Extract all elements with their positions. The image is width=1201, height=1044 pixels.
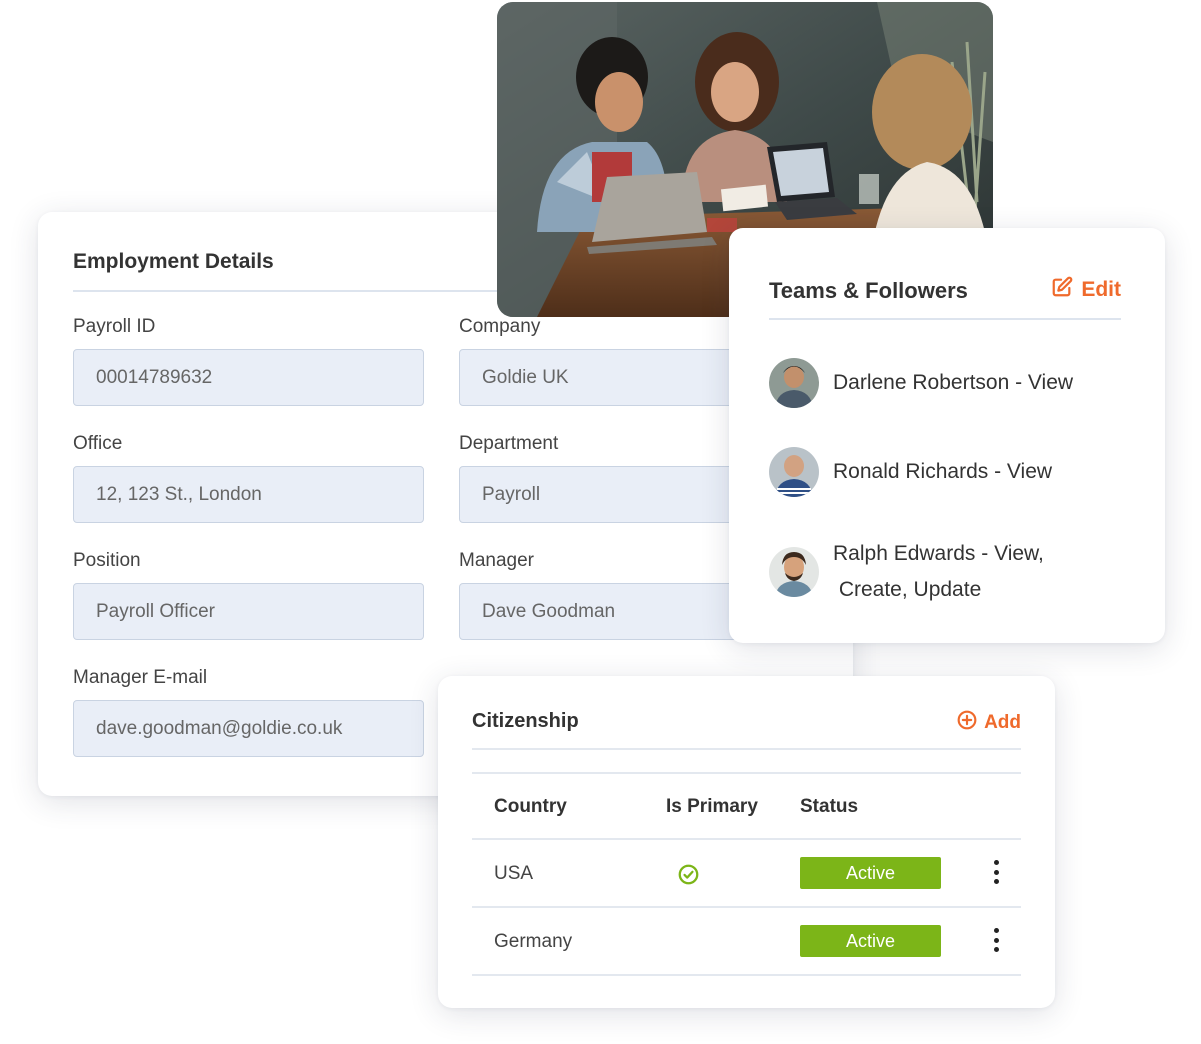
department-label: Department (459, 433, 559, 454)
member-name: Darlene Robertson - View (833, 371, 1074, 394)
citizenship-card: Citizenship Add Country Is Primary Statu… (438, 676, 1055, 1008)
add-label: Add (984, 712, 1021, 733)
manager-email-label: Manager E-mail (73, 667, 208, 688)
member-name: Ronald Richards - View (833, 460, 1053, 483)
kebab-menu-icon[interactable] (990, 860, 1002, 888)
table-divider (472, 906, 1021, 908)
manager-email-field[interactable] (73, 700, 424, 757)
payroll-id-label: Payroll ID (73, 316, 156, 337)
member-item[interactable]: Ralph Edwards - View, Create, Update (769, 536, 1044, 608)
divider (472, 748, 1021, 750)
table-divider (472, 974, 1021, 976)
add-circle-icon (957, 710, 977, 736)
employment-details-title: Employment Details (73, 250, 274, 273)
divider (769, 318, 1121, 320)
avatar (769, 358, 819, 408)
member-item[interactable]: Ronald Richards - View (769, 447, 1052, 497)
office-field[interactable] (73, 466, 424, 523)
edit-button[interactable]: Edit (1051, 276, 1121, 304)
country-cell: USA (494, 863, 534, 884)
edit-label: Edit (1081, 278, 1121, 301)
position-label: Position (73, 550, 141, 571)
company-label: Company (459, 316, 541, 337)
kebab-menu-icon[interactable] (990, 928, 1002, 956)
status-badge: Active (800, 925, 941, 957)
table-top-border (472, 772, 1021, 774)
column-header-is-primary: Is Primary (666, 796, 758, 817)
column-header-status: Status (800, 796, 859, 817)
citizenship-title: Citizenship (472, 710, 579, 732)
payroll-id-field[interactable] (73, 349, 424, 406)
member-item[interactable]: Darlene Robertson - View (769, 358, 1073, 408)
table-divider (472, 838, 1021, 840)
column-header-country: Country (494, 796, 567, 817)
member-name: Ralph Edwards - View, Create, Update (833, 542, 1044, 601)
avatar (769, 447, 819, 497)
office-label: Office (73, 433, 123, 454)
add-button[interactable]: Add (957, 710, 1021, 736)
check-circle-icon (678, 864, 699, 890)
manager-label: Manager (459, 550, 534, 571)
teams-followers-card: Teams & Followers Edit Darlene Robertson… (729, 228, 1165, 643)
teams-followers-title: Teams & Followers (769, 278, 968, 303)
country-cell: Germany (494, 931, 573, 952)
position-field[interactable] (73, 583, 424, 640)
status-badge: Active (800, 857, 941, 889)
edit-icon (1051, 276, 1073, 304)
avatar (769, 547, 819, 597)
